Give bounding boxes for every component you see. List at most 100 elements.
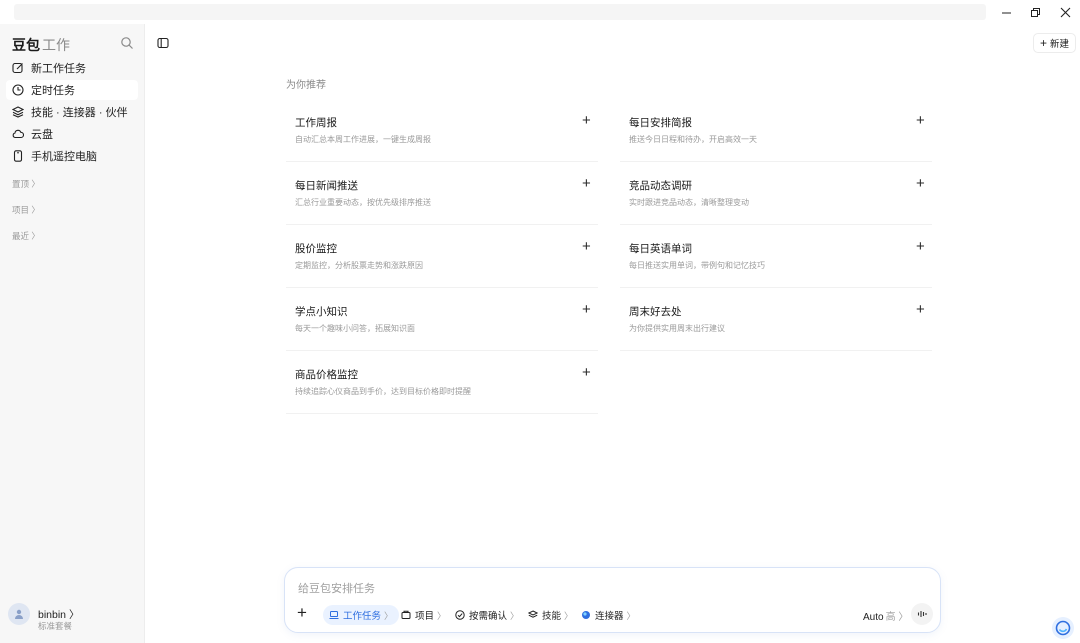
chevron-right-icon: 〉 xyxy=(626,610,636,621)
assistant-float-button[interactable] xyxy=(1052,617,1074,639)
add-icon[interactable]: + xyxy=(916,302,925,317)
new-button[interactable]: + 新建 xyxy=(1033,33,1077,53)
recommend-card[interactable]: 每日英语单词 每日推送实用单词，带例句和记忆技巧 + xyxy=(620,236,932,288)
minimize-button[interactable] xyxy=(992,2,1020,22)
sidebar-toggle-icon[interactable] xyxy=(157,37,169,49)
chip-label: 技能 xyxy=(542,611,562,622)
sidebar-item-label: 定时任务 xyxy=(31,85,75,97)
chip-skills[interactable]: 技能 〉 xyxy=(522,605,579,625)
avatar xyxy=(8,603,30,625)
mode-selector[interactable]: Auto 高 〉 xyxy=(863,608,908,623)
chevron-right-icon: 〉 xyxy=(437,610,447,621)
card-title: 工作周报 xyxy=(295,117,337,129)
main-area: + 新建 为你推荐 工作周报 自动汇总本周工作进展，一键生成周报 + 每日安排简… xyxy=(145,24,1080,643)
recommend-title: 为你推荐 xyxy=(286,80,326,91)
card-desc: 定期监控，分析股票走势和涨跌原因 xyxy=(295,261,423,270)
layers-icon xyxy=(528,610,538,618)
section-recent[interactable]: 最近 〉 xyxy=(12,230,40,242)
recommend-card[interactable]: 周末好去处 为你提供实用周末出行建议 + xyxy=(620,299,932,351)
chip-label: 连接器 xyxy=(595,611,624,622)
card-desc: 持续追踪心仪商品到手价，达到目标价格即时提醒 xyxy=(295,387,471,396)
task-composer: 给豆包安排任务 + 工作任务 〉 项目 〉 按需确认 〉 技能 〉 连接器 〉 xyxy=(284,567,941,633)
card-desc: 每日推送实用单词，带例句和记忆技巧 xyxy=(629,261,765,270)
add-icon[interactable]: + xyxy=(916,239,925,254)
card-title: 每日新闻推送 xyxy=(295,180,358,192)
recommend-card[interactable]: 股价监控 定期监控，分析股票走势和涨跌原因 + xyxy=(286,236,598,288)
user-profile[interactable]: binbin 〉 标准套餐 xyxy=(8,603,79,631)
add-icon[interactable]: + xyxy=(582,239,591,254)
card-title: 竞品动态调研 xyxy=(629,180,692,192)
sidebar-item-skills[interactable]: 技能 · 连接器 · 伙伴 xyxy=(6,102,138,122)
chevron-right-icon: 〉 xyxy=(564,610,574,621)
card-title: 股价监控 xyxy=(295,243,337,255)
title-bar xyxy=(0,0,1080,24)
check-circle-icon xyxy=(455,610,465,620)
phone-icon xyxy=(13,150,23,162)
user-plan: 标准套餐 xyxy=(38,621,73,631)
layers-icon xyxy=(12,106,24,118)
assistant-logo-icon xyxy=(1055,620,1071,636)
restore-icon xyxy=(1030,7,1040,17)
sidebar-item-label: 云盘 xyxy=(31,129,53,141)
chip-connectors[interactable]: 连接器 〉 xyxy=(575,605,642,625)
mode-level: 高 〉 xyxy=(885,612,909,623)
restore-button[interactable] xyxy=(1021,2,1049,22)
card-desc: 自动汇总本周工作进展，一键生成周报 xyxy=(295,135,431,144)
card-title: 周末好去处 xyxy=(629,306,682,318)
app-brand: 豆包 工作 xyxy=(12,35,70,55)
add-icon[interactable]: + xyxy=(916,176,925,191)
close-button[interactable] xyxy=(1051,2,1079,22)
user-icon xyxy=(15,609,23,619)
section-projects[interactable]: 项目 〉 xyxy=(12,204,40,216)
card-desc: 为你提供实用周末出行建议 xyxy=(629,324,725,333)
card-title: 学点小知识 xyxy=(295,306,348,318)
mode-label: Auto xyxy=(863,612,884,623)
add-icon[interactable]: + xyxy=(916,113,925,128)
sidebar: 豆包 工作 新工作任务 定时任务 技能 · 连接器 · 伙伴 云盘 手机遥控电脑 … xyxy=(0,24,145,643)
recommend-card[interactable]: 工作周报 自动汇总本周工作进展，一键生成周报 + xyxy=(286,110,598,162)
sidebar-item-label: 手机遥控电脑 xyxy=(31,151,97,163)
recommend-card[interactable]: 商品价格监控 持续追踪心仪商品到手价，达到目标价格即时提醒 + xyxy=(286,362,598,414)
sidebar-item-label: 新工作任务 xyxy=(31,63,86,75)
voice-wave-icon xyxy=(917,611,927,617)
recommend-card[interactable]: 竞品动态调研 实时跟进竞品动态，清晰整理变动 + xyxy=(620,173,932,225)
connector-icon xyxy=(582,611,590,619)
sidebar-item-scheduled-tasks[interactable]: 定时任务 xyxy=(6,80,138,100)
chip-work-task[interactable]: 工作任务 〉 xyxy=(323,605,400,625)
chip-project[interactable]: 项目 〉 xyxy=(395,605,452,625)
recommend-card[interactable]: 每日安排简报 推送今日日程和待办，开启高效一天 + xyxy=(620,110,932,162)
laptop-icon xyxy=(329,611,339,619)
sidebar-item-cloud-drive[interactable]: 云盘 xyxy=(6,124,138,144)
sidebar-item-label: 技能 · 连接器 · 伙伴 xyxy=(31,107,128,119)
sidebar-item-new-task[interactable]: 新工作任务 xyxy=(6,58,138,78)
chevron-right-icon: 〉 xyxy=(510,610,520,621)
chip-label: 项目 xyxy=(415,611,435,622)
clock-icon xyxy=(12,84,24,96)
attach-plus-icon[interactable]: + xyxy=(297,604,307,621)
recommend-card[interactable]: 每日新闻推送 汇总行业重要动态，按优先级排序推送 + xyxy=(286,173,598,225)
card-title: 商品价格监控 xyxy=(295,369,358,381)
section-pinned[interactable]: 置顶 〉 xyxy=(12,178,40,190)
edit-icon xyxy=(12,62,23,74)
title-bar-drag-area xyxy=(14,4,986,20)
add-icon[interactable]: + xyxy=(582,176,591,191)
card-desc: 推送今日日程和待办，开启高效一天 xyxy=(629,135,757,144)
voice-button[interactable] xyxy=(911,603,933,625)
card-title: 每日安排简报 xyxy=(629,117,692,129)
add-icon[interactable]: + xyxy=(582,302,591,317)
add-icon[interactable]: + xyxy=(582,113,591,128)
search-icon[interactable] xyxy=(120,36,134,50)
add-icon[interactable]: + xyxy=(582,365,591,380)
chip-confirm-on-demand[interactable]: 按需确认 〉 xyxy=(449,605,525,625)
brand-name: 豆包 xyxy=(12,37,40,53)
plus-icon: + xyxy=(1040,36,1048,50)
card-desc: 汇总行业重要动态，按优先级排序推送 xyxy=(295,198,431,207)
minimize-icon xyxy=(1001,12,1011,13)
card-desc: 每天一个趣味小问答，拓展知识面 xyxy=(295,324,415,333)
chevron-right-icon: 〉 xyxy=(384,610,394,621)
sidebar-item-phone-remote[interactable]: 手机遥控电脑 xyxy=(6,146,138,166)
recommend-card[interactable]: 学点小知识 每天一个趣味小问答，拓展知识面 + xyxy=(286,299,598,351)
cloud-icon xyxy=(12,129,24,139)
task-input[interactable]: 给豆包安排任务 xyxy=(298,580,375,596)
chip-label: 按需确认 xyxy=(469,611,508,622)
